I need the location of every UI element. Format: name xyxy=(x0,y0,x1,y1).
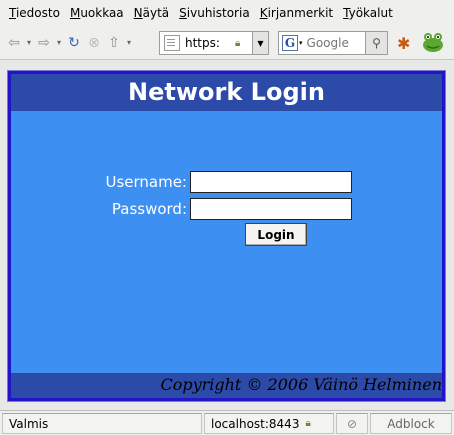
url-text[interactable]: https: xyxy=(185,36,235,50)
frog-extension-icon[interactable] xyxy=(420,30,446,54)
url-dropdown-icon[interactable]: ▼ xyxy=(252,32,268,54)
reload-icon[interactable]: ↻ xyxy=(64,33,84,53)
forward-arrow-icon[interactable]: ⇨ xyxy=(34,33,54,53)
menu-bar: Tiedosto Muokkaa Näytä Sivuhistoria Kirj… xyxy=(0,0,454,26)
username-label: Username: xyxy=(105,173,187,191)
menu-edit[interactable]: Muokkaa xyxy=(65,0,129,26)
status-bar: Valmis localhost:8443 🔒︎ ⊘ Adblock xyxy=(0,410,454,435)
menu-file[interactable]: Tiedosto xyxy=(4,0,65,26)
search-input[interactable] xyxy=(306,36,367,50)
login-button[interactable]: Login xyxy=(245,223,307,246)
username-row: Username: xyxy=(91,171,352,193)
page-title: Network Login xyxy=(11,74,442,111)
login-panel: Network Login Username: Password: Login … xyxy=(7,70,446,402)
back-arrow-icon[interactable]: ⇦ xyxy=(4,33,24,53)
stop-icon[interactable]: ⊗ xyxy=(84,33,104,53)
footer: Copyright © 2006 Väinö Helminen xyxy=(11,373,442,398)
lock-icon: 🔒︎ xyxy=(235,37,241,49)
google-engine-icon[interactable]: G xyxy=(282,35,298,51)
home-dropdown-icon[interactable]: ▾ xyxy=(124,38,134,47)
forward-dropdown-icon[interactable]: ▾ xyxy=(54,38,64,47)
menu-bookmarks[interactable]: Kirjanmerkit xyxy=(255,0,338,26)
host-text: localhost:8443 xyxy=(211,416,300,431)
status-text: Valmis xyxy=(2,413,202,434)
navigation-toolbar: ⇦ ▾ ⇨ ▾ ↻ ⊗ ⇧ ▾ https: 🔒︎ ▼ G ▾ ⚲ ✱ xyxy=(0,26,454,60)
search-bar: G ▾ ⚲ xyxy=(278,31,388,55)
home-icon[interactable]: ⇧ xyxy=(104,33,124,53)
password-row: Password: xyxy=(91,198,352,220)
menu-view[interactable]: Näytä xyxy=(129,0,175,26)
menu-tools[interactable]: Työkalut xyxy=(338,0,398,26)
page-icon xyxy=(164,35,180,51)
status-no-entry-icon[interactable]: ⊘ xyxy=(336,413,368,434)
page-content: Network Login Username: Password: Login … xyxy=(0,60,454,410)
menu-history[interactable]: Sivuhistoria xyxy=(174,0,255,26)
back-dropdown-icon[interactable]: ▾ xyxy=(24,38,34,47)
status-lock-icon[interactable]: 🔒︎ xyxy=(305,418,310,429)
password-input[interactable] xyxy=(190,198,352,220)
adblock-button[interactable]: Adblock xyxy=(370,413,452,434)
bug-icon[interactable]: ✱ xyxy=(397,34,410,53)
password-label: Password: xyxy=(111,200,187,218)
url-bar[interactable]: https: 🔒︎ ▼ xyxy=(159,31,269,55)
username-input[interactable] xyxy=(190,171,352,193)
engine-dropdown-icon[interactable]: ▾ xyxy=(299,39,303,47)
status-host: localhost:8443 🔒︎ xyxy=(204,413,334,434)
copyright-text: Copyright © 2006 Väinö Helminen xyxy=(160,375,442,394)
magnifier-icon[interactable]: ⚲ xyxy=(365,32,387,54)
